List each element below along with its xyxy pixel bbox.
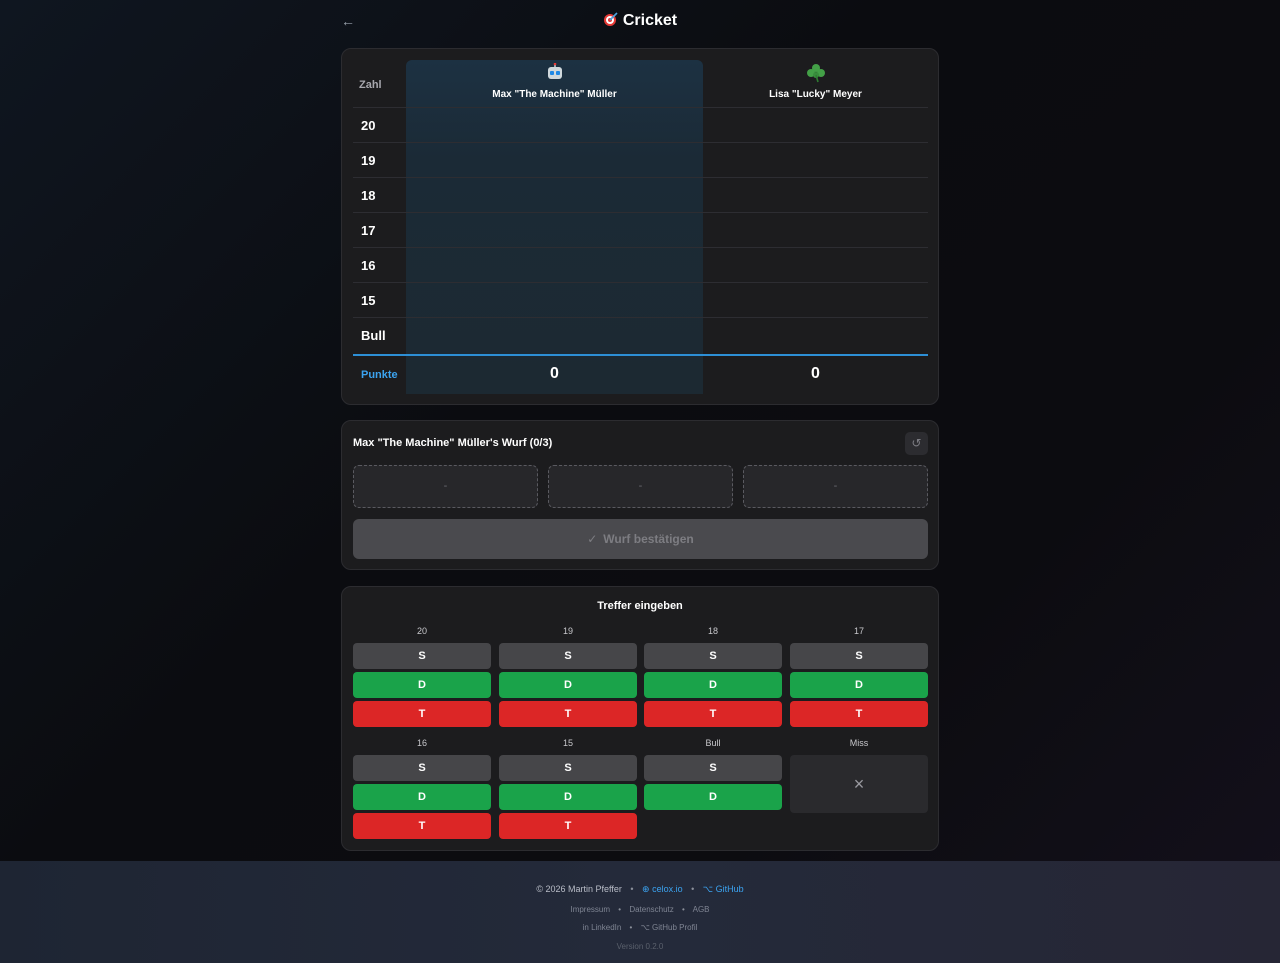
hit-group-label: Miss (849, 738, 869, 748)
row-label: 17 (361, 223, 376, 238)
table-row: 15 (353, 283, 928, 318)
hit-group-miss: Miss × (790, 737, 928, 813)
row-label: 20 (361, 118, 376, 133)
dart-target-icon (603, 12, 618, 26)
hit-group-15: 15 S D T (499, 737, 637, 842)
double-button[interactable]: D (353, 784, 491, 810)
separator: • (630, 884, 634, 894)
separator: • (629, 923, 633, 932)
table-row: 19 (353, 143, 928, 178)
single-button[interactable]: S (499, 643, 637, 669)
dart-slot-3: - (743, 465, 928, 508)
site-link[interactable]: celox.io (652, 884, 683, 894)
impressum-link[interactable]: Impressum (570, 905, 610, 914)
single-button[interactable]: S (353, 643, 491, 669)
github-profile-link[interactable]: GitHub Profil (652, 923, 697, 932)
points-divider (353, 354, 928, 356)
triple-button[interactable]: T (790, 701, 928, 727)
double-button[interactable]: D (790, 672, 928, 698)
triple-button[interactable]: T (644, 701, 782, 727)
player-1-points: 0 (550, 365, 559, 382)
hit-group-19: 19 S D T (499, 625, 637, 730)
scoreboard: Zahl Max "The Machine" Müller Lisa "Luck… (341, 48, 939, 405)
globe-icon: ⊕ (642, 884, 650, 894)
linkedin-link[interactable]: LinkedIn (591, 923, 621, 932)
hit-group-label: 18 (707, 626, 718, 636)
table-row: 20 (353, 108, 928, 143)
hit-group-17: 17 S D T (790, 625, 928, 730)
linkedin-icon: in (582, 923, 589, 932)
triple-button[interactable]: T (353, 813, 491, 839)
undo-icon[interactable]: ↺ (905, 432, 928, 455)
throw-panel: Max "The Machine" Müller's Wurf (0/3) ↺ … (341, 420, 939, 570)
footer: © 2026 Martin Pfeffer • ⊕ celox.io • ⌥ G… (0, 861, 1280, 963)
confirm-throw-button[interactable]: ✓ Wurf bestätigen (353, 519, 928, 559)
row-label: 16 (361, 258, 376, 273)
double-button[interactable]: D (499, 672, 637, 698)
github-link[interactable]: GitHub (716, 884, 744, 894)
row-label: 18 (361, 188, 376, 203)
version-label: Version 0.2.0 (616, 942, 664, 951)
table-row: 17 (353, 213, 928, 248)
confirm-label: Wurf bestätigen (603, 532, 694, 546)
triple-button[interactable]: T (353, 701, 491, 727)
hit-group-label: 20 (416, 626, 427, 636)
hit-group-bull: Bull S D (644, 737, 782, 813)
row-label: Bull (361, 328, 386, 343)
hit-group-label: Bull (705, 738, 721, 748)
hit-group-label: 19 (562, 626, 573, 636)
miss-button[interactable]: × (790, 755, 928, 813)
header: ← Cricket (341, 0, 939, 44)
double-button[interactable]: D (353, 672, 491, 698)
double-button[interactable]: D (644, 784, 782, 810)
player-2-points: 0 (811, 365, 820, 382)
footer-social: in LinkedIn • ⌥ GitHub Profil (0, 923, 1280, 932)
hit-group-label: 16 (416, 738, 427, 748)
hit-group-label: 15 (562, 738, 573, 748)
check-icon: ✓ (587, 532, 598, 546)
row-label: 19 (361, 153, 376, 168)
hit-group-20: 20 S D T (353, 625, 491, 730)
table-row: Bull (353, 318, 928, 353)
single-button[interactable]: S (644, 643, 782, 669)
copyright: © 2026 Martin Pfeffer (536, 884, 622, 894)
dart-slot-1: - (353, 465, 538, 508)
single-button[interactable]: S (790, 643, 928, 669)
separator: • (691, 884, 695, 894)
points-label: Punkte (361, 369, 398, 381)
triple-button[interactable]: T (499, 701, 637, 727)
github-profile-icon: ⌥ (640, 923, 650, 932)
datenschutz-link[interactable]: Datenschutz (629, 905, 673, 914)
footer-legal: Impressum • Datenschutz • AGB (0, 905, 1280, 914)
separator: • (682, 905, 685, 914)
separator: • (618, 905, 622, 914)
double-button[interactable]: D (499, 784, 637, 810)
triple-button[interactable]: T (499, 813, 637, 839)
double-button[interactable]: D (644, 672, 782, 698)
dart-slot-2: - (548, 465, 733, 508)
single-button[interactable]: S (644, 755, 782, 781)
throw-title: Max "The Machine" Müller's Wurf (0/3) (353, 437, 553, 449)
footer-main: © 2026 Martin Pfeffer • ⊕ celox.io • ⌥ G… (0, 884, 1280, 895)
hit-group-label: 17 (853, 626, 864, 636)
hit-group-16: 16 S D T (353, 737, 491, 842)
page-title: Cricket (341, 11, 939, 31)
hit-group-18: 18 S D T (644, 625, 782, 730)
single-button[interactable]: S (353, 755, 491, 781)
agb-link[interactable]: AGB (693, 905, 710, 914)
table-row: 18 (353, 178, 928, 213)
row-label: 15 (361, 293, 376, 308)
page-title-text: Cricket (622, 12, 678, 29)
table-row: 16 (353, 248, 928, 283)
close-icon: × (853, 774, 865, 794)
hit-input-panel: Treffer eingeben 20 S D T 19 S D T 18 S … (341, 586, 939, 851)
github-icon: ⌥ (702, 884, 714, 894)
table-header-row (353, 73, 928, 108)
single-button[interactable]: S (499, 755, 637, 781)
hits-title: Treffer eingeben (597, 600, 683, 612)
